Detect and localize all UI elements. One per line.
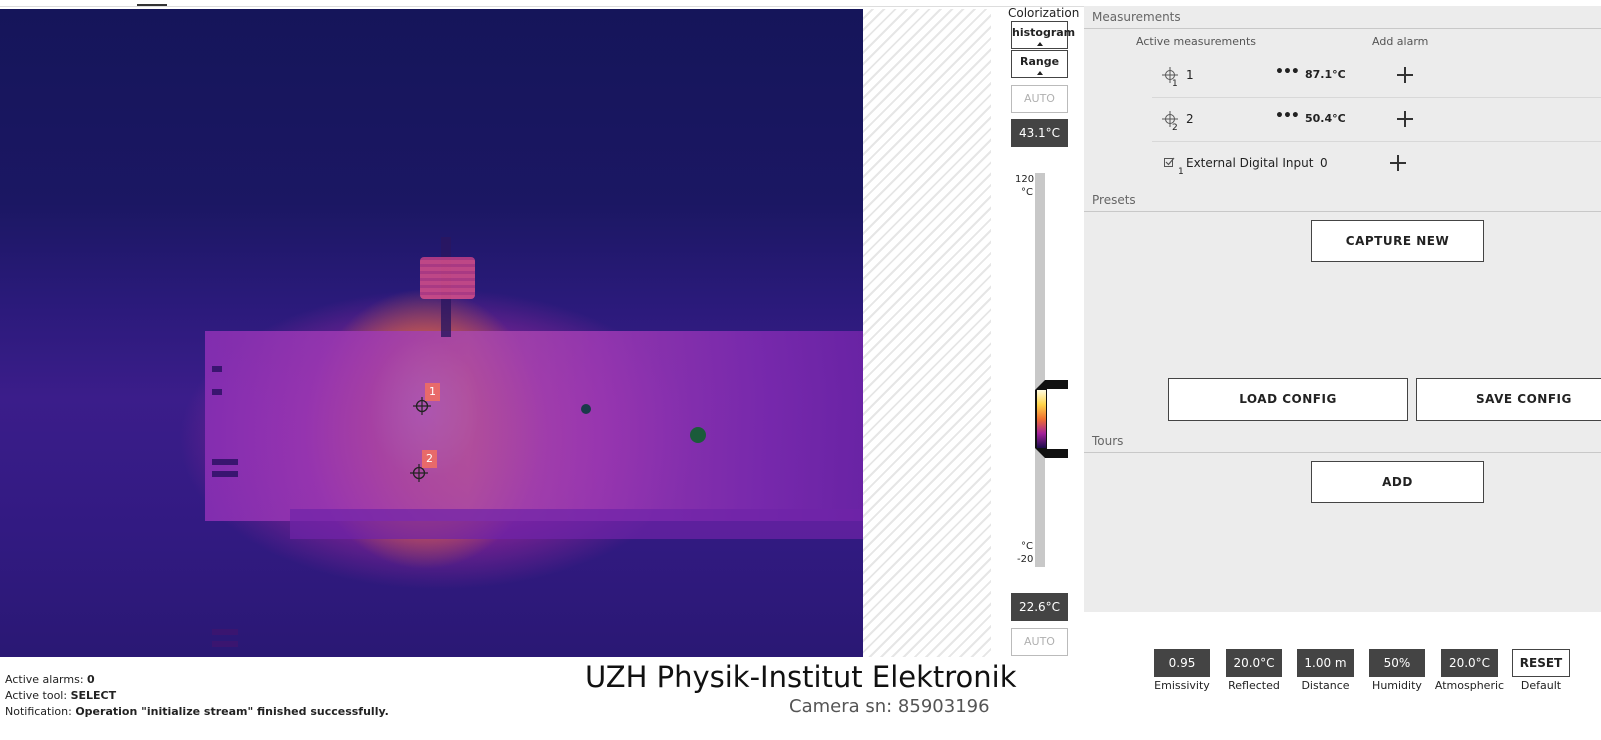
emissivity-label: Emissivity: [1154, 679, 1210, 692]
reset-button[interactable]: RESET: [1512, 649, 1570, 677]
scale-min: -20: [1017, 554, 1034, 565]
measurement-value: 50.4°C: [1305, 112, 1346, 125]
range-button[interactable]: Range: [1011, 50, 1068, 78]
add-alarm-icon[interactable]: [1397, 111, 1413, 127]
notification-value: Operation "initialize stream" finished s…: [75, 705, 389, 718]
measurement-name: 1: [1186, 68, 1194, 82]
brand-title: UZH Physik-Institut Elektronik: [585, 660, 1017, 694]
histogram-label: histogram: [1012, 26, 1076, 39]
scale-unit-top: °C: [1021, 187, 1033, 198]
active-measurements-header: Active measurements: [1136, 35, 1256, 48]
humidity-label: Humidity: [1372, 679, 1422, 692]
tab-indicator[interactable]: [137, 4, 167, 6]
circuit-board-thermal: [205, 331, 863, 521]
load-config-button[interactable]: LOAD CONFIG: [1168, 378, 1408, 421]
min-temp-value[interactable]: 22.6°C: [1011, 593, 1068, 621]
add-alarm-icon[interactable]: [1390, 155, 1406, 171]
alarms-value: 0: [87, 673, 95, 686]
reflected-label: Reflected: [1228, 679, 1280, 692]
humidity-value[interactable]: 50%: [1369, 649, 1425, 677]
auto-max-button[interactable]: AUTO: [1011, 85, 1068, 113]
add-tour-button[interactable]: ADD: [1311, 461, 1484, 503]
camera-serial: Camera sn: 85903196: [789, 696, 990, 717]
digital-input-icon: [1164, 157, 1175, 167]
marker-label-2[interactable]: 2: [422, 450, 437, 468]
thermal-image-view[interactable]: 1 2: [0, 9, 863, 657]
divider: [1084, 28, 1601, 29]
tours-title: Tours: [1092, 434, 1124, 448]
emissivity-value[interactable]: 0.95: [1154, 649, 1210, 677]
notification-status: Notification: Operation "initialize stre…: [5, 705, 389, 718]
distance-label: Distance: [1301, 679, 1350, 692]
atmospheric-value[interactable]: 20.0°C: [1441, 649, 1498, 677]
board-pad: [212, 471, 238, 477]
divider: [1084, 211, 1601, 212]
reflected-value[interactable]: 20.0°C: [1226, 649, 1282, 677]
board-pad: [212, 389, 222, 395]
histogram-button[interactable]: histogram: [1011, 21, 1075, 49]
measurement-value: 0: [1320, 156, 1328, 170]
measurement-index: 1: [1178, 167, 1184, 177]
distance-value[interactable]: 1.00 m: [1297, 649, 1354, 677]
caret-up-icon: [1037, 42, 1043, 46]
atmospheric-label: Atmospheric: [1434, 679, 1505, 692]
measurements-title: Measurements: [1092, 10, 1181, 24]
scale-unit-bottom: °C: [1021, 541, 1033, 552]
tool-label: Active tool:: [5, 689, 68, 702]
capture-new-button[interactable]: CAPTURE NEW: [1311, 220, 1484, 262]
presets-title: Presets: [1092, 193, 1136, 207]
active-alarms-status: Active alarms: 0: [5, 673, 95, 686]
board-pad: [212, 459, 238, 465]
divider: [1152, 141, 1601, 142]
marker-label-1[interactable]: 1: [425, 383, 440, 401]
alarms-label: Active alarms:: [5, 673, 84, 686]
tool-value: SELECT: [70, 689, 117, 702]
more-options-icon[interactable]: •••: [1275, 108, 1300, 124]
measurement-index: 1: [1172, 79, 1178, 89]
auto-min-button[interactable]: AUTO: [1011, 628, 1068, 656]
color-scale-bar: [1035, 173, 1045, 567]
board-via: [581, 404, 591, 414]
colorization-title: Colorization: [1008, 6, 1080, 20]
save-config-button[interactable]: SAVE CONFIG: [1416, 378, 1601, 421]
board-via: [690, 427, 706, 443]
measurement-name: 2: [1186, 112, 1194, 126]
add-alarm-header: Add alarm: [1372, 35, 1429, 48]
active-tool-status: Active tool: SELECT: [5, 689, 116, 702]
divider: [1152, 97, 1601, 98]
measurement-value: 87.1°C: [1305, 68, 1346, 81]
notification-label: Notification:: [5, 705, 72, 718]
default-label: Default: [1520, 679, 1562, 692]
board-pad: [212, 366, 222, 372]
circuit-board-lower-edge: [290, 509, 863, 539]
divider: [1084, 452, 1601, 453]
range-label: Range: [1019, 55, 1060, 68]
max-temp-value[interactable]: 43.1°C: [1011, 119, 1068, 147]
scale-range-slider[interactable]: [1033, 380, 1069, 458]
scale-max: 120: [1015, 174, 1035, 185]
measurement-index: 2: [1172, 123, 1178, 133]
more-options-icon[interactable]: •••: [1275, 64, 1300, 80]
board-pad: [212, 629, 238, 635]
measurement-name: External Digital Input: [1186, 156, 1314, 170]
hot-component: [420, 257, 475, 299]
image-padding-area: [863, 9, 991, 657]
add-alarm-icon[interactable]: [1397, 67, 1413, 83]
caret-up-icon: [1037, 71, 1043, 75]
board-pad: [212, 641, 238, 647]
side-panel: Measurements Active measurements Add ala…: [1084, 6, 1601, 612]
